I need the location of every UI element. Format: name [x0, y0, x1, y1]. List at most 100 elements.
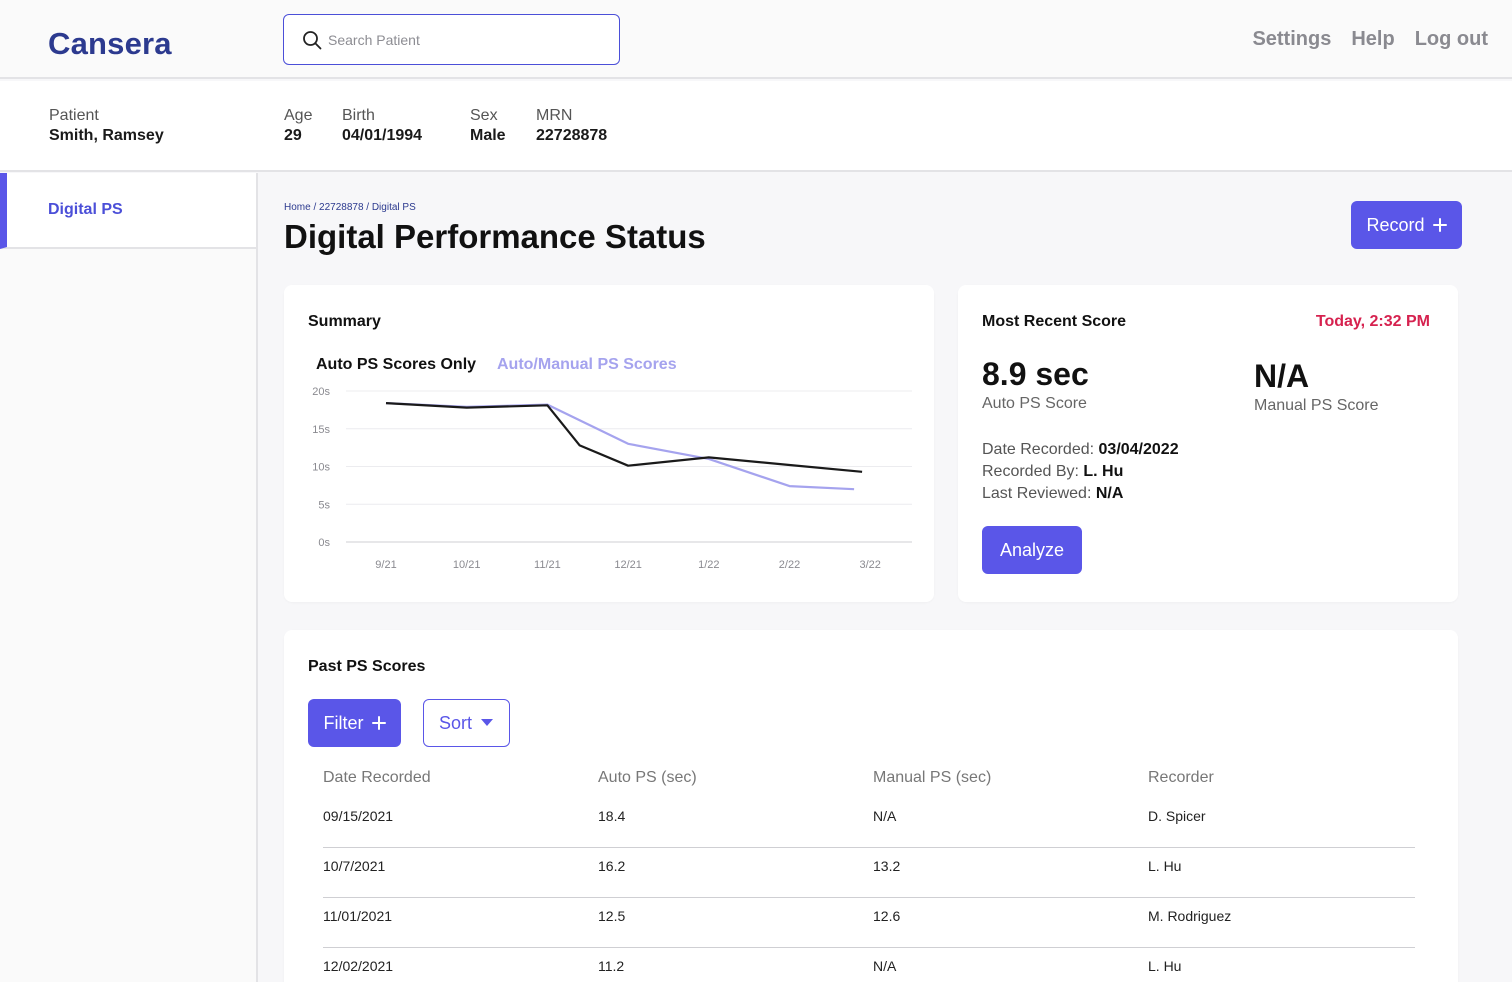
caret-down-icon [481, 719, 493, 726]
column-header-manual-ps[interactable]: Manual PS (sec) [873, 769, 991, 787]
recorded-by-label: Recorded By: [982, 463, 1079, 480]
patient-info-bar: Patient Smith, Ramsey Age 29 Birth 04/01… [0, 81, 1512, 172]
y-tick-label: 20s [312, 386, 330, 398]
sort-button[interactable]: Sort [423, 699, 510, 747]
auto-ps-label: Auto PS Score [982, 395, 1087, 412]
patient-name-field: Patient Smith, Ramsey [49, 107, 164, 145]
filter-button[interactable]: Filter [308, 699, 401, 747]
sidebar-item-digital-ps[interactable]: Digital PS [0, 173, 256, 249]
y-tick-label: 15s [312, 424, 330, 436]
filter-button-label: Filter [323, 712, 364, 733]
cell-manual-ps: 13.2 [873, 858, 901, 874]
auto-ps-value: 8.9 sec [982, 356, 1089, 392]
sidebar: Digital PS [0, 173, 258, 982]
x-tick-label: 2/22 [779, 559, 800, 571]
recorded-by-value: L. Hu [1083, 463, 1124, 480]
table-row[interactable]: 12/02/2021 11.2 N/A L. Hu [323, 948, 1415, 982]
date-recorded-line: Date Recorded: 03/04/2022 [982, 439, 1179, 461]
tab-auto-scores[interactable]: Auto PS Scores Only [316, 356, 476, 374]
cell-recorder: M. Rodriguez [1148, 908, 1232, 924]
patient-name: Smith, Ramsey [49, 127, 164, 144]
patient-age-field: Age 29 [284, 107, 312, 145]
age-value: 29 [284, 127, 302, 144]
birth-label: Birth [342, 107, 375, 124]
date-recorded-label: Date Recorded: [982, 441, 1095, 458]
x-tick-label: 10/21 [453, 559, 481, 571]
table-row[interactable]: 10/7/2021 16.2 13.2 L. Hu [323, 848, 1415, 898]
cell-manual-ps: 12.6 [873, 908, 901, 924]
page-title: Digital Performance Status [284, 218, 706, 255]
manual-ps-label: Manual PS Score [1254, 397, 1379, 414]
x-tick-label: 12/21 [614, 559, 642, 571]
plus-icon [1432, 218, 1447, 232]
search-input[interactable] [328, 27, 608, 53]
cell-date: 10/7/2021 [323, 858, 386, 874]
patient-birth-field: Birth 04/01/1994 [342, 107, 422, 145]
record-button[interactable]: Record [1351, 201, 1462, 249]
patient-label: Patient [49, 107, 99, 124]
help-link[interactable]: Help [1351, 28, 1394, 51]
cell-date: 09/15/2021 [323, 808, 394, 824]
sex-value: Male [470, 127, 506, 144]
date-recorded-value: 03/04/2022 [1098, 441, 1179, 458]
summary-title: Summary [308, 313, 381, 330]
logout-link[interactable]: Log out [1415, 28, 1488, 51]
last-reviewed-value: N/A [1095, 485, 1124, 502]
table-row[interactable]: 11/01/2021 12.5 12.6 M. Rodriguez [323, 898, 1415, 948]
cell-recorder: D. Spicer [1148, 808, 1206, 824]
past-scores-title: Past PS Scores [308, 658, 426, 675]
app-logo[interactable]: Cansera [48, 26, 172, 62]
breadcrumb[interactable]: Home / 22728878 / Digital PS [284, 202, 416, 213]
recorded-by-line: Recorded By: L. Hu [982, 461, 1179, 483]
settings-link[interactable]: Settings [1252, 28, 1331, 51]
patient-sex-field: Sex Male [470, 107, 506, 145]
column-header-auto-ps[interactable]: Auto PS (sec) [598, 769, 697, 787]
last-reviewed-line: Last Reviewed: N/A [982, 483, 1179, 505]
y-tick-label: 5s [318, 499, 330, 511]
x-tick-label: 11/21 [534, 559, 561, 571]
search-box[interactable] [283, 14, 620, 65]
x-tick-label: 1/22 [698, 559, 719, 571]
cell-recorder: L. Hu [1148, 958, 1182, 974]
age-label: Age [284, 107, 313, 124]
y-tick-label: 0s [318, 537, 330, 549]
sort-button-label: Sort [438, 712, 472, 733]
column-header-date[interactable]: Date Recorded [323, 769, 431, 787]
table-row[interactable]: 09/15/2021 18.4 N/A D. Spicer [323, 798, 1415, 848]
tab-auto-manual-scores[interactable]: Auto/Manual PS Scores [497, 356, 677, 374]
cell-auto-ps: 18.4 [598, 808, 626, 824]
cell-auto-ps: 11.2 [598, 958, 625, 974]
recent-score-title: Most Recent Score [982, 313, 1127, 330]
cell-manual-ps: N/A [873, 958, 897, 974]
top-bar: Cansera Settings Help Log out [0, 0, 1512, 79]
column-header-recorder[interactable]: Recorder [1148, 769, 1214, 787]
summary-line-chart: 20s 15s 10s 5s 0s 9/21 10/21 11/21 12/21 1/22 2/22… [312, 386, 912, 571]
recent-score-timestamp: Today, 2:32 PM [1315, 313, 1430, 330]
birth-value: 04/01/1994 [342, 127, 423, 144]
sex-label: Sex [470, 107, 498, 124]
x-tick-label: 3/22 [859, 559, 880, 571]
recent-score-meta: Date Recorded: 03/04/2022 Recorded By: L… [982, 439, 1179, 505]
sidebar-item-label: Digital PS [48, 201, 123, 218]
manual-ps-value: N/A [1254, 358, 1310, 394]
mrn-value: 22728878 [536, 127, 608, 144]
record-button-label: Record [1366, 214, 1425, 235]
top-nav: Settings Help Log out [1252, 28, 1488, 51]
cell-recorder: L. Hu [1148, 858, 1182, 874]
y-tick-label: 10s [312, 462, 330, 474]
x-tick-label: 9/21 [375, 559, 396, 571]
mrn-label: MRN [536, 107, 573, 124]
plus-icon [371, 716, 386, 730]
patient-mrn-field: MRN 22728878 [536, 107, 607, 145]
cell-auto-ps: 16.2 [598, 858, 626, 874]
cell-date: 12/02/2021 [323, 958, 394, 974]
series-line [385, 402, 863, 473]
search-icon [303, 31, 322, 50]
analyze-button-label: Analyze [999, 539, 1065, 560]
cell-manual-ps: N/A [873, 808, 897, 824]
analyze-button[interactable]: Analyze [982, 526, 1082, 574]
cell-auto-ps: 12.5 [598, 908, 626, 924]
series-line [385, 402, 855, 491]
cell-date: 11/01/2021 [323, 908, 393, 924]
last-reviewed-label: Last Reviewed: [982, 485, 1092, 502]
